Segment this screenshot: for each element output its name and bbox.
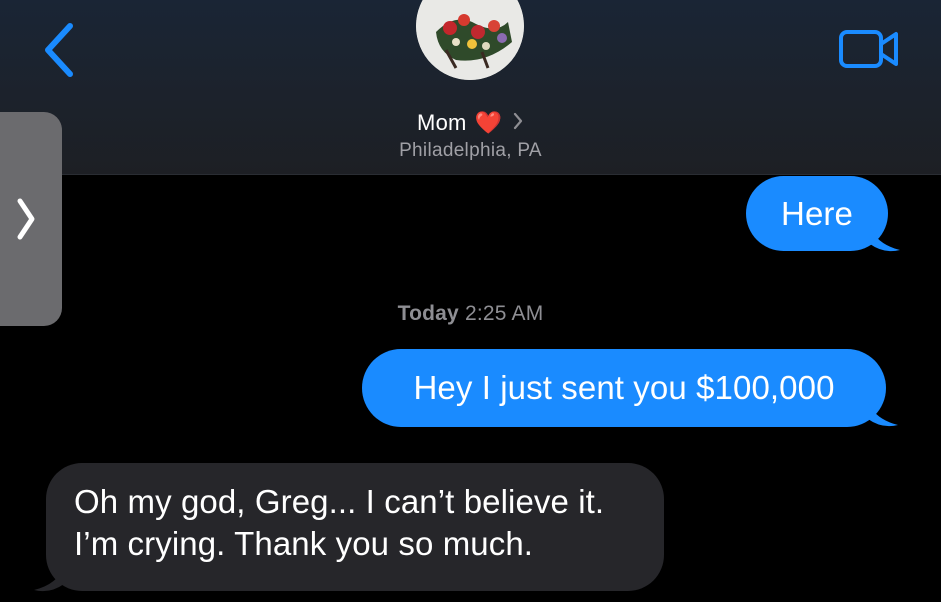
sent-message-bubble[interactable]: Hey I just sent you $100,000: [362, 349, 886, 427]
message-text-line: I’m crying. Thank you so much.: [74, 525, 534, 562]
contact-avatar[interactable]: [416, 0, 524, 80]
video-call-button[interactable]: [836, 24, 902, 74]
heart-emoji: ❤️: [474, 110, 502, 135]
contact-details-link[interactable]: Mom ❤️: [417, 110, 524, 136]
message-text: Here: [781, 194, 853, 232]
chevron-right-icon: [17, 198, 35, 240]
bubble-tail: [868, 401, 898, 427]
timestamp: Today 2:25 AM: [0, 302, 941, 326]
chevron-left-icon: [45, 23, 73, 77]
contact-info: Mom ❤️ Philadelphia, PA: [0, 110, 941, 162]
bubble-tail: [34, 566, 64, 592]
drawer-handle[interactable]: [0, 112, 62, 326]
message-text-line: Oh my god, Greg... I can’t believe it.: [74, 483, 605, 520]
video-camera-icon: [839, 30, 898, 68]
conversation-header: Mom ❤️ Philadelphia, PA: [0, 0, 941, 175]
avatar-photo: [416, 0, 524, 80]
back-button[interactable]: [34, 20, 84, 80]
message-text: Hey I just sent you $100,000: [413, 369, 835, 406]
timestamp-day: Today: [397, 302, 459, 325]
chevron-right-icon: [512, 111, 524, 136]
contact-name: Mom: [417, 110, 467, 135]
received-message-bubble[interactable]: Oh my god, Greg... I can’t believe it. I…: [46, 463, 664, 591]
timestamp-time: 2:25 AM: [464, 302, 544, 325]
contact-location: Philadelphia, PA: [399, 140, 542, 161]
bubble-tail: [870, 226, 900, 252]
sent-message-bubble[interactable]: Here: [746, 176, 888, 251]
